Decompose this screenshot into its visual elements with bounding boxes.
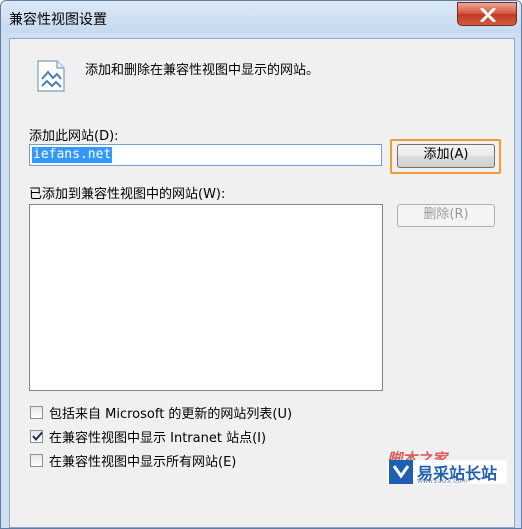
add-site-value: iefans.net (32, 147, 113, 163)
compat-view-dialog: 兼容性视图设置 添加和删除在兼容性视图中显示的网站。 添加此网站(D): ief… (0, 0, 522, 529)
watermark: 脚本之家 易采站长站 Www.Easck.Com (387, 448, 512, 485)
title-bar[interactable]: 兼容性视图设置 (1, 1, 521, 33)
page-image-icon (37, 60, 65, 92)
window-title: 兼容性视图设置 (9, 12, 107, 28)
show-intranet-label: 在兼容性视图中显示 Intranet 站点(I) (49, 431, 267, 446)
info-text: 添加和删除在兼容性视图中显示的网站。 (85, 63, 320, 78)
add-site-input[interactable]: iefans.net (29, 144, 382, 166)
include-microsoft-list-label: 包括来自 Microsoft 的更新的网站列表(U) (49, 407, 293, 422)
watermark-sub-text: Www.Easck.Com (417, 478, 468, 485)
add-button[interactable]: 添加(A) (397, 144, 495, 168)
watermark-brand: 易采站长站 Www.Easck.Com (387, 460, 507, 485)
site-list[interactable] (29, 204, 383, 391)
show-intranet-checkbox[interactable] (30, 430, 43, 443)
site-list-label: 已添加到兼容性视图中的网站(W): (29, 187, 226, 202)
close-icon (480, 8, 496, 22)
add-site-label: 添加此网站(D): (29, 129, 119, 144)
include-microsoft-list-checkbox[interactable] (30, 406, 43, 419)
checkmark-icon (32, 431, 43, 442)
close-button[interactable] (457, 2, 517, 26)
remove-button[interactable]: 删除(R) (397, 204, 495, 227)
show-all-sites-label: 在兼容性视图中显示所有网站(E) (49, 455, 237, 470)
show-all-sites-checkbox[interactable] (30, 454, 43, 467)
brand-logo-icon (389, 460, 413, 484)
